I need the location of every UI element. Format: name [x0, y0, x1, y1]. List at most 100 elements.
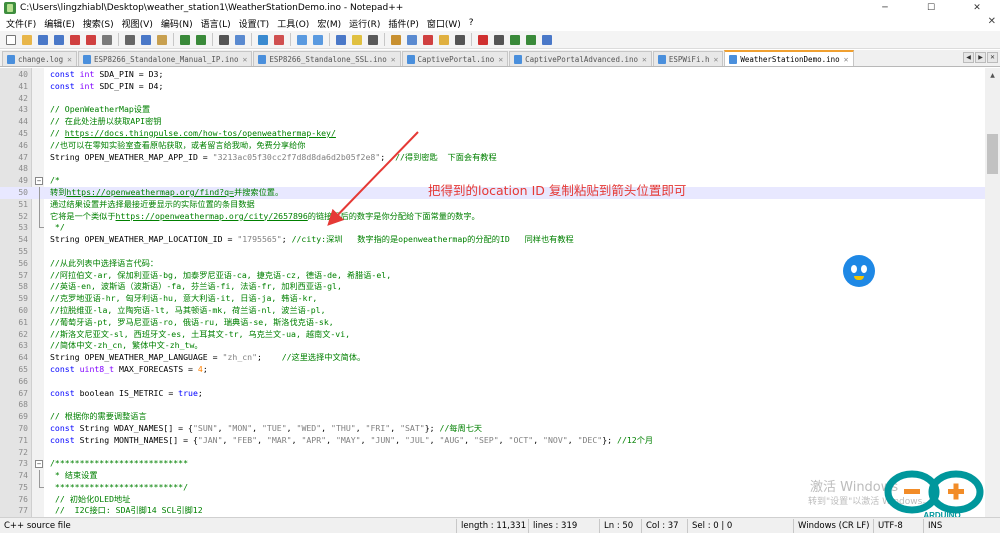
- redo-icon[interactable]: [193, 32, 208, 47]
- scroll-up-icon[interactable]: ▲: [985, 68, 1000, 82]
- tab-6[interactable]: WeatherStationDemo.ino ✕: [724, 50, 854, 66]
- menu-item-1[interactable]: 编辑(E): [42, 17, 81, 30]
- menu-item-9[interactable]: 运行(R): [347, 17, 386, 30]
- menu-item-2[interactable]: 搜索(S): [81, 17, 120, 30]
- code-line[interactable]: 48: [0, 163, 985, 175]
- replace-icon[interactable]: [232, 32, 247, 47]
- code-line[interactable]: 51 通过结果设置并选择最接近要显示的实际位置的条目数据: [0, 198, 985, 211]
- cut-icon[interactable]: [122, 32, 137, 47]
- code-line[interactable]: 43 // OpenWeatherMap设置: [0, 104, 985, 116]
- close-all-icon[interactable]: [83, 32, 98, 47]
- code-line[interactable]: 47 String OPEN_WEATHER_MAP_APP_ID = "3213…: [0, 152, 985, 164]
- tab-close-icon[interactable]: ✕: [498, 55, 503, 64]
- word-wrap-icon[interactable]: [333, 32, 348, 47]
- code-editor[interactable]: 40 const int SDA_PIN = D3; 41 const int SDC…: [0, 68, 1000, 517]
- menu-item-0[interactable]: 文件(F): [4, 17, 42, 30]
- fold-toggle-icon[interactable]: −: [35, 460, 43, 469]
- code-line[interactable]: 68: [0, 399, 985, 411]
- tab-close-icon[interactable]: ✕: [714, 55, 719, 64]
- code-line[interactable]: 66: [0, 376, 985, 388]
- new-file-icon[interactable]: [3, 32, 18, 47]
- play-multiple-icon[interactable]: [523, 32, 538, 47]
- code-line[interactable]: 55: [0, 246, 985, 258]
- tab-2[interactable]: ESP8266_Standalone_SSL.ino ✕: [253, 51, 401, 66]
- tab-close-icon[interactable]: ✕: [391, 55, 396, 64]
- tab-close-icon[interactable]: ✕: [987, 52, 998, 63]
- play-macro-icon[interactable]: [507, 32, 522, 47]
- stop-record-icon[interactable]: [491, 32, 506, 47]
- floating-assistant-icon[interactable]: [843, 255, 875, 287]
- record-macro-icon[interactable]: [475, 32, 490, 47]
- code-line[interactable]: 71 const String MONTH_NAMES[] = {"JAN", "…: [0, 435, 985, 447]
- function-list-icon[interactable]: [420, 32, 435, 47]
- indent-guide-icon[interactable]: [365, 32, 380, 47]
- code-line[interactable]: 67 const boolean IS_METRIC = true;: [0, 388, 985, 400]
- code-line[interactable]: 54 String OPEN_WEATHER_MAP_LOCATION_ID = …: [0, 234, 985, 246]
- close-icon[interactable]: [67, 32, 82, 47]
- code-line[interactable]: 59 //克罗地亚语-hr, 匈牙利语-hu, 意大利语-it, 日语-ja, 韩…: [0, 293, 985, 305]
- code-line[interactable]: 56 //从此列表中选择语言代码：: [0, 258, 985, 270]
- fold-toggle-icon[interactable]: −: [35, 177, 43, 186]
- close-window-button[interactable]: ✕: [954, 0, 1000, 15]
- tab-close-icon[interactable]: ✕: [844, 55, 849, 64]
- tab-scroll-right-icon[interactable]: ▶: [975, 52, 986, 63]
- tab-scroll-left-icon[interactable]: ◀: [963, 52, 974, 63]
- code-line[interactable]: 57 //阿拉伯文-ar, 保加利亚语-bg, 加泰罗尼亚语-ca, 捷克语-cz…: [0, 270, 985, 282]
- code-line[interactable]: 46 //也可以在零知实验室查看原帖获取，或者留言给我呦，免费分享给你: [0, 140, 985, 152]
- save-all-icon[interactable]: [51, 32, 66, 47]
- undo-icon[interactable]: [177, 32, 192, 47]
- sync-vertical-icon[interactable]: [294, 32, 309, 47]
- scrollbar-thumb[interactable]: [987, 134, 998, 174]
- show-all-chars-icon[interactable]: [349, 32, 364, 47]
- code-line[interactable]: 72: [0, 447, 985, 459]
- copy-icon[interactable]: [138, 32, 153, 47]
- code-line[interactable]: 69 // 根据你的需要调整语言: [0, 411, 985, 423]
- menu-item-10[interactable]: 插件(P): [386, 17, 424, 30]
- code-line[interactable]: 65 const uint8_t MAX_FORECASTS = 4;: [0, 364, 985, 376]
- status-eol[interactable]: Windows (CR LF): [794, 518, 874, 533]
- tab-close-icon[interactable]: ✕: [642, 55, 647, 64]
- tab-5[interactable]: ESPWiFi.h ✕: [652, 51, 724, 66]
- menu-item-4[interactable]: 编码(N): [159, 17, 199, 30]
- code-line[interactable]: 70 const String WDAY_NAMES[] = {"SUN", "M…: [0, 423, 985, 435]
- minimize-button[interactable]: ─: [862, 0, 908, 15]
- status-encoding[interactable]: UTF-8: [874, 518, 924, 533]
- zoom-out-icon[interactable]: [271, 32, 286, 47]
- code-line[interactable]: 62 //斯洛文尼亚文-sl, 西班牙文-es, 土耳其文-tr, 乌克兰文-ua…: [0, 329, 985, 341]
- menu-item-11[interactable]: 窗口(W): [425, 17, 467, 30]
- menu-item-5[interactable]: 语言(L): [199, 17, 237, 30]
- tab-4[interactable]: CaptivePortalAdvanced.ino ✕: [509, 51, 652, 66]
- code-line[interactable]: 45 // https://docs.thingpulse.com/how-tos…: [0, 128, 985, 140]
- doc-map-icon[interactable]: [404, 32, 419, 47]
- code-line[interactable]: 60 //拉脱维亚-la, 立陶宛语-lt, 马其顿语-mk, 荷兰语-nl, 波…: [0, 305, 985, 317]
- code-line[interactable]: 61 //葡萄牙语-pt, 罗马尼亚语-ro, 俄语-ru, 瑞典语-se, 斯洛…: [0, 317, 985, 329]
- sync-horizontal-icon[interactable]: [310, 32, 325, 47]
- tab-3[interactable]: CaptivePortal.ino ✕: [401, 51, 509, 66]
- tab-close-icon[interactable]: ✕: [242, 55, 247, 64]
- menu-item-8[interactable]: 宏(M): [315, 17, 347, 30]
- menu-item-6[interactable]: 设置(T): [237, 17, 276, 30]
- save-icon[interactable]: [35, 32, 50, 47]
- code-line[interactable]: 64 String OPEN_WEATHER_MAP_LANGUAGE = "zh…: [0, 352, 985, 364]
- maximize-button[interactable]: ☐: [908, 0, 954, 15]
- tab-close-icon[interactable]: ✕: [67, 55, 72, 64]
- folder-workspace-icon[interactable]: [436, 32, 451, 47]
- tab-1[interactable]: ESP8266_Standalone_Manual_IP.ino ✕: [77, 51, 253, 66]
- menu-item-12[interactable]: ?: [467, 18, 480, 28]
- code-line[interactable]: 53 */: [0, 222, 985, 234]
- save-macro-icon[interactable]: [539, 32, 554, 47]
- print-icon[interactable]: [99, 32, 114, 47]
- user-lang-icon[interactable]: [388, 32, 403, 47]
- find-icon[interactable]: [216, 32, 231, 47]
- paste-icon[interactable]: [154, 32, 169, 47]
- menu-item-3[interactable]: 视图(V): [120, 17, 159, 30]
- code-line[interactable]: 40 const int SDA_PIN = D3;: [0, 69, 985, 81]
- code-line[interactable]: 41 const int SDC_PIN = D4;: [0, 81, 985, 93]
- code-line[interactable]: 52 它将是一个类似于https://openweathermap.org/cit…: [0, 210, 985, 223]
- close-document-icon[interactable]: ✕: [988, 16, 996, 27]
- code-line[interactable]: 73−/***************************: [0, 458, 985, 470]
- code-line[interactable]: 58 //英语-en, 波斯语（波斯语）-fa, 芬兰语-fi, 法语-fr, 加…: [0, 281, 985, 293]
- code-line[interactable]: 42: [0, 93, 985, 105]
- monitoring-icon[interactable]: [452, 32, 467, 47]
- open-file-icon[interactable]: [19, 32, 34, 47]
